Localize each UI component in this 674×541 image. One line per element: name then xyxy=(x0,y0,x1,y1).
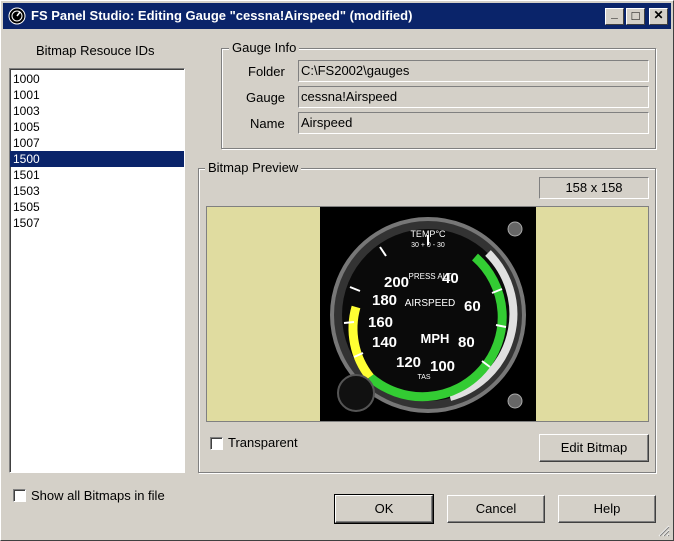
help-button[interactable]: Help xyxy=(558,495,656,523)
bitmap-list-item[interactable]: 1507 xyxy=(10,215,184,231)
show-all-bitmaps-label: Show all Bitmaps in file xyxy=(31,488,165,503)
cancel-label: Cancel xyxy=(475,501,517,516)
bitmap-list-item[interactable]: 1000 xyxy=(10,71,184,87)
minimize-icon: _ xyxy=(611,6,618,20)
app-icon xyxy=(8,7,26,25)
speed-label-40: 40 xyxy=(442,270,459,287)
ok-button[interactable]: OK xyxy=(334,494,434,524)
speed-label-80: 80 xyxy=(458,334,475,351)
resize-grip-icon[interactable] xyxy=(658,525,670,537)
bitmap-list-item[interactable]: 1503 xyxy=(10,183,184,199)
name-field[interactable]: Airspeed xyxy=(298,112,649,134)
gauge-field[interactable]: cessna!Airspeed xyxy=(298,86,649,108)
bitmap-list-item[interactable]: 1005 xyxy=(10,119,184,135)
speed-label-140: 140 xyxy=(372,334,397,351)
show-all-bitmaps-checkbox[interactable] xyxy=(13,489,26,502)
gauge-label: Gauge xyxy=(246,90,286,105)
ok-label: OK xyxy=(374,501,394,516)
edit-bitmap-button[interactable]: Edit Bitmap xyxy=(539,434,649,462)
airspeed-label: AIRSPEED xyxy=(405,298,456,309)
help-label: Help xyxy=(593,501,621,516)
cancel-button[interactable]: Cancel xyxy=(447,495,545,523)
transparent-checkbox[interactable] xyxy=(210,437,223,450)
maximize-button[interactable]: □ xyxy=(626,8,645,25)
bitmap-list-item[interactable]: 1003 xyxy=(10,103,184,119)
speed-label-160: 160 xyxy=(368,314,393,331)
temp-scale: 30 + 0 - 30 xyxy=(411,242,445,249)
close-button[interactable]: ✕ xyxy=(649,8,668,25)
dialog-window: FS Panel Studio: Editing Gauge "cessna!A… xyxy=(0,0,674,541)
bitmap-size-readout: 158 x 158 xyxy=(539,177,649,199)
bitmap-list-item[interactable]: 1505 xyxy=(10,199,184,215)
tas-label: TAS xyxy=(417,374,430,381)
bitmap-list-item[interactable]: 1501 xyxy=(10,167,184,183)
name-label: Name xyxy=(250,116,285,131)
speed-label-180: 180 xyxy=(372,292,397,309)
close-icon: ✕ xyxy=(653,8,664,22)
minimize-button[interactable]: _ xyxy=(605,6,624,25)
speed-label-60: 60 xyxy=(464,298,481,315)
mph-label: MPH xyxy=(421,331,450,346)
speed-label-120: 120 xyxy=(396,354,421,371)
temp-label: TEMP°C xyxy=(410,229,446,239)
folder-label: Folder xyxy=(248,64,285,79)
transparent-label: Transparent xyxy=(228,435,298,450)
gauge-info-title: Gauge Info xyxy=(229,40,300,55)
bitmap-list-item[interactable]: 1001 xyxy=(10,87,184,103)
title-bar[interactable]: FS Panel Studio: Editing Gauge "cessna!A… xyxy=(3,3,671,29)
folder-field[interactable]: C:\FS2002\gauges xyxy=(298,60,649,82)
bitmap-list-item[interactable]: 1007 xyxy=(10,135,184,151)
bitmap-list-header: Bitmap Resouce IDs xyxy=(36,43,155,58)
bitmap-preview-canvas: TEMP°C 30 + 0 - 30 PRESS ALT AIRSPEED MP… xyxy=(206,206,649,422)
maximize-icon: □ xyxy=(631,8,640,23)
edit-bitmap-label: Edit Bitmap xyxy=(560,440,628,455)
window-title: FS Panel Studio: Editing Gauge "cessna!A… xyxy=(31,8,413,23)
bitmap-preview-title: Bitmap Preview xyxy=(205,160,302,175)
speed-label-200: 200 xyxy=(384,274,409,291)
bitmap-list-item[interactable]: 1500 xyxy=(10,151,184,167)
airspeed-gauge-image: TEMP°C 30 + 0 - 30 PRESS ALT AIRSPEED MP… xyxy=(320,207,536,421)
speed-label-100: 100 xyxy=(430,358,455,375)
bitmap-list[interactable]: 1000 1001 1003 1005 1007 1500 1501 1503 1505 1507 xyxy=(9,68,185,473)
